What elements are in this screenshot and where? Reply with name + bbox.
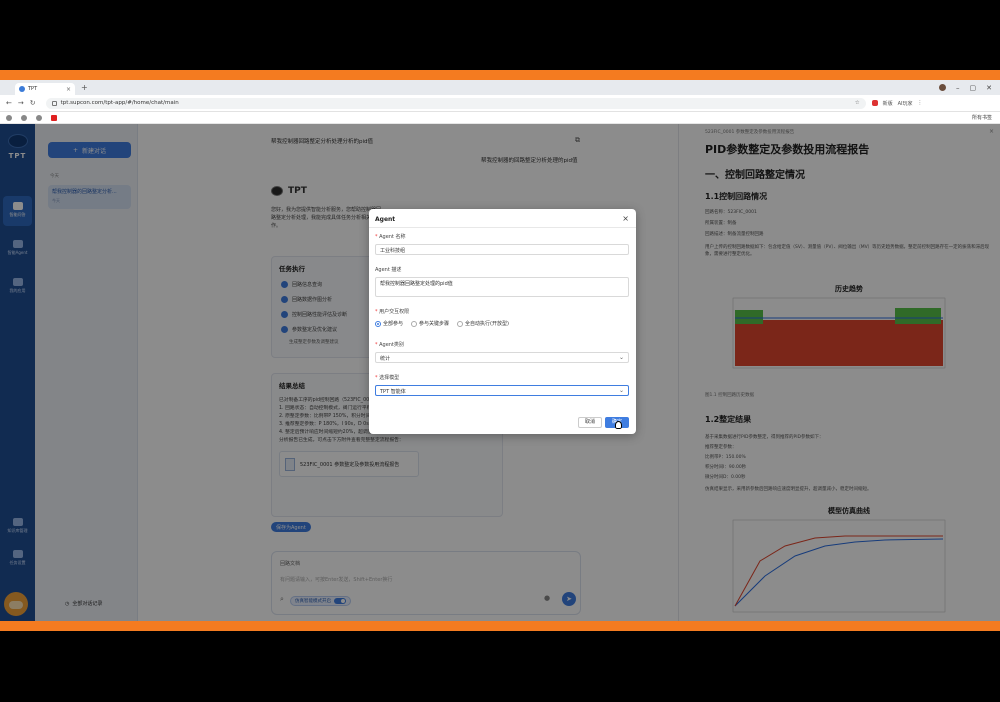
youtube-icon[interactable] [51,114,57,121]
dialog-close-icon[interactable]: × [622,214,629,223]
bookmark-icon[interactable] [36,114,42,121]
chevron-down-icon: ⌄ [618,354,624,361]
top-black-band [0,0,1000,70]
bookmarks-bar: 所有书签 [0,112,1000,124]
reload-icon[interactable]: ↻ [30,99,36,107]
close-window-icon[interactable]: ✕ [986,84,992,92]
bookmark-star-icon[interactable]: ☆ [855,100,860,106]
agent-desc-textarea[interactable]: 帮我控制器回路整定处理的pid值 [375,277,629,297]
category-select[interactable]: 统计 ⌄ [375,352,629,363]
url-text: tpt.supcon.com/tpt-app/#/home/chat/main [60,100,179,106]
model-select[interactable]: TPT 智能体 ⌄ [375,385,629,396]
url-field[interactable]: tpt.supcon.com/tpt-app/#/home/chat/main … [45,97,866,109]
top-orange-band [0,70,1000,80]
category-label: * Agent类别 [375,342,404,348]
ext-label-1[interactable]: 新版 [883,100,893,107]
permission-label: * 用户交互权限 [375,309,410,315]
desc-label: Agent 描述 [375,267,402,273]
bottom-black-band [0,631,1000,702]
minimize-icon[interactable]: – [956,84,960,92]
profile-avatar[interactable] [939,84,946,91]
ext-label-2[interactable]: AI玩家 [898,100,913,107]
app: TPT 智能问答 智能Agent 我的应用 知识库管理 任务设置 + 新建对话 今… [0,124,1000,621]
dialog-title: Agent [375,216,396,223]
divider [369,227,636,228]
radio-all[interactable]: 全部参与 [375,320,403,327]
mouse-cursor-icon [615,421,622,429]
screen: TPT × + – ▢ ✕ ← → ↻ tpt.supcon.com/tpt-a… [0,80,1000,621]
agent-dialog: Agent × * Agent 名称 工业科技组 Agent 描述 帮我控制器回… [369,209,636,434]
back-icon[interactable]: ← [6,99,12,107]
extensions: 新版 AI玩家 ⋮ [871,100,923,107]
tab-bar: TPT × + – ▢ ✕ [0,80,1000,95]
tab-close-icon[interactable]: × [66,86,71,93]
bookmark-icon[interactable] [21,114,27,121]
name-label: * Agent 名称 [375,234,406,240]
bookmark-icon[interactable] [6,114,12,121]
address-bar-row: ← → ↻ tpt.supcon.com/tpt-app/#/home/chat… [0,95,1000,112]
browser-tab[interactable]: TPT × [15,83,75,95]
model-label: * 选择模型 [375,375,400,381]
favicon-icon [19,86,25,92]
window-controls: – ▢ ✕ [939,84,992,92]
cancel-button[interactable]: 取消 [578,417,602,428]
radio-key-steps[interactable]: 参与关键步骤 [411,320,449,327]
all-bookmarks[interactable]: 所有书签 [972,114,992,121]
new-tab-icon[interactable]: + [81,83,88,92]
permission-radio-group: 全部参与 参与关键步骤 全自动执行(开放型) [375,320,509,327]
radio-auto[interactable]: 全自动执行(开放型) [457,320,509,327]
site-info-icon[interactable] [51,100,57,106]
chevron-down-icon: ⌄ [618,387,624,394]
agent-name-input[interactable]: 工业科技组 [375,244,629,255]
maximize-icon[interactable]: ▢ [970,84,977,92]
menu-icon[interactable]: ⋮ [918,100,923,106]
extension-icon[interactable] [871,100,878,106]
forward-icon[interactable]: → [18,99,24,107]
tab-title: TPT [28,86,38,92]
bottom-orange-band [0,621,1000,631]
